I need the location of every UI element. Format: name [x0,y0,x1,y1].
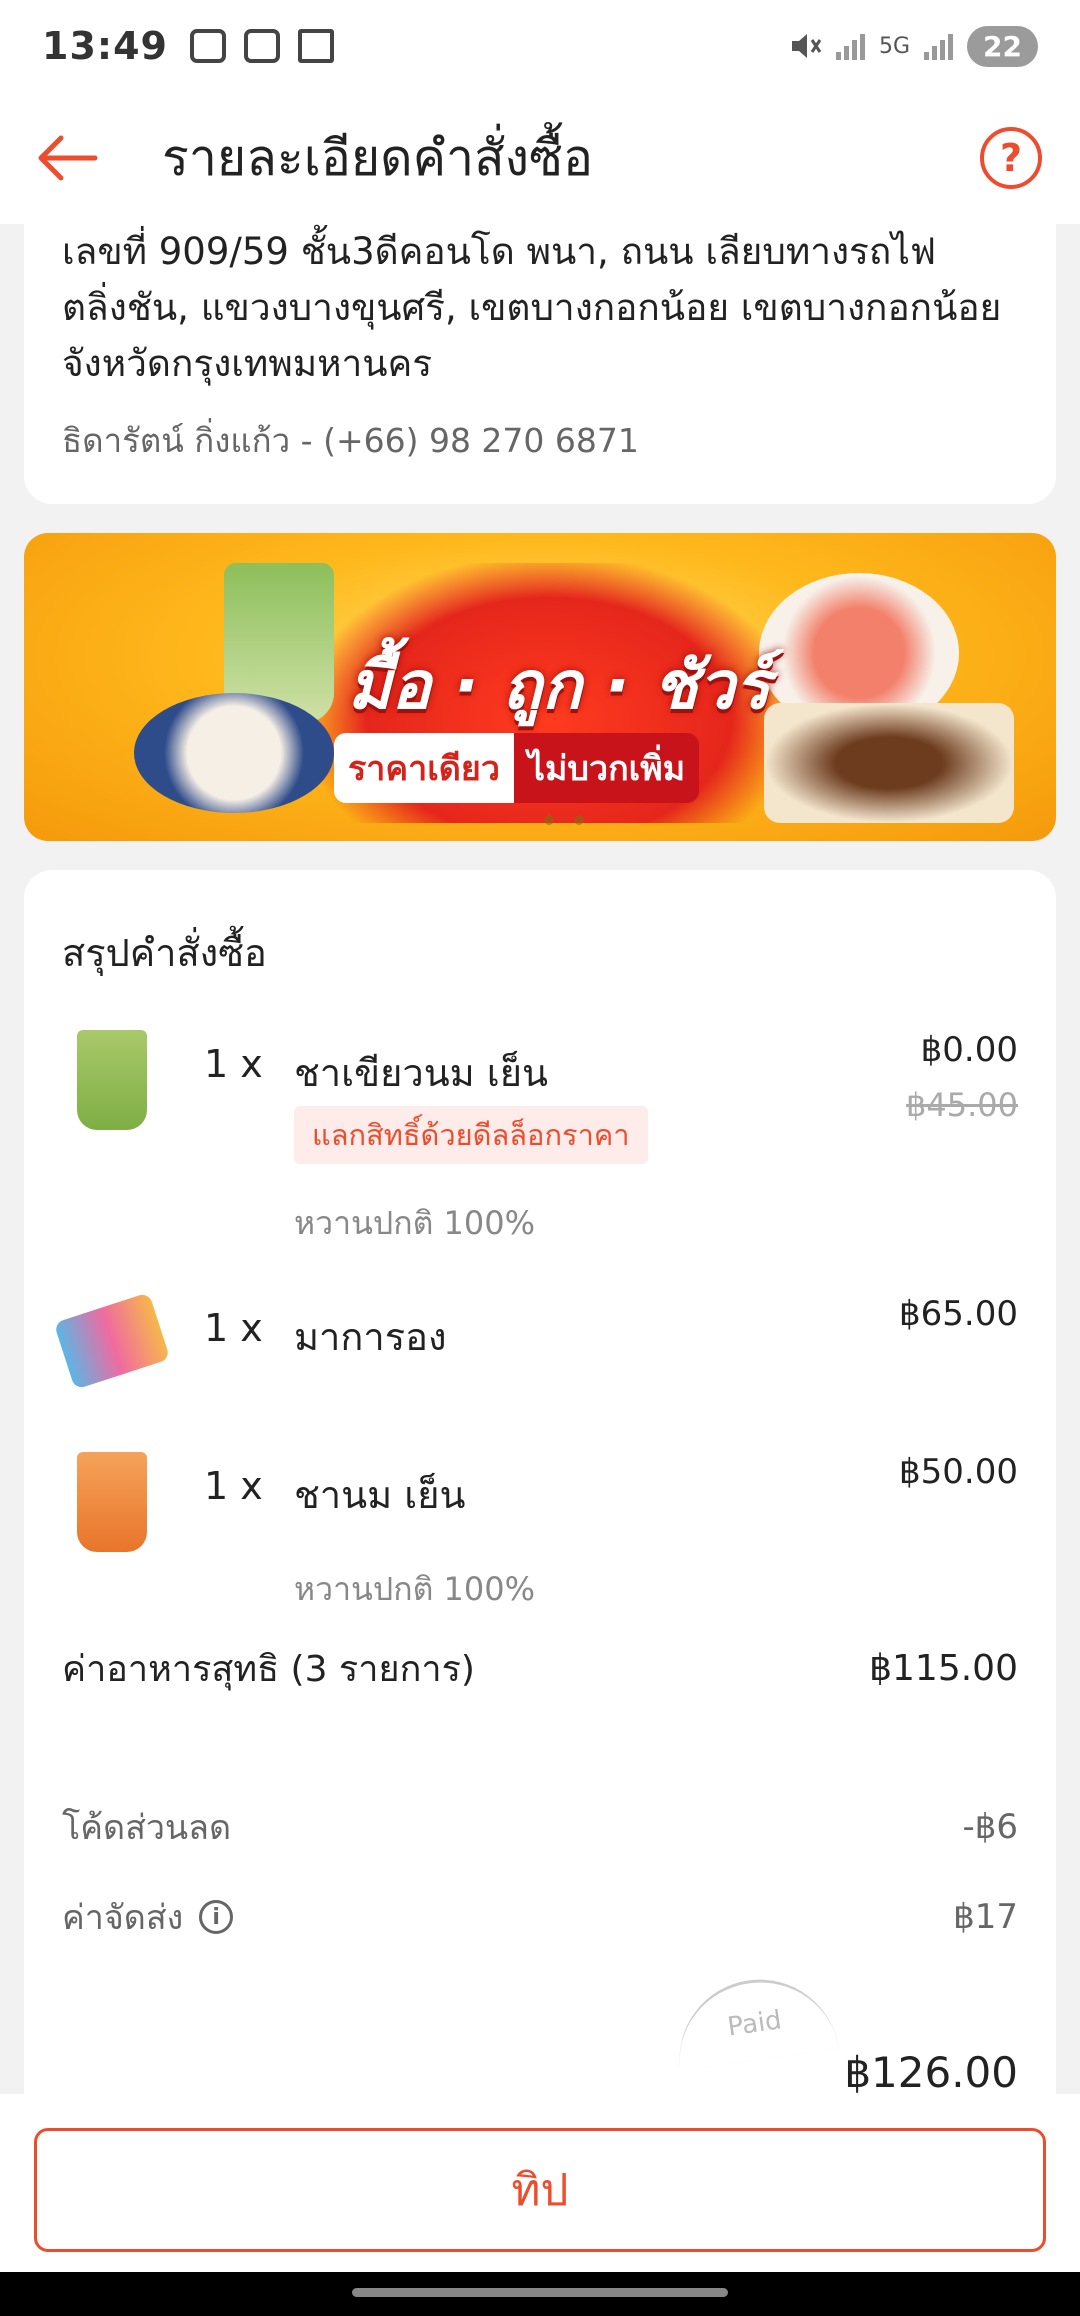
info-icon[interactable]: i [199,1900,234,1934]
order-summary-card: สรุปคำสั่งซื้อ 1 x ชาเขียวนม เย็น ฿0.00 … [24,870,1056,2100]
recipient-contact: ธิดารัตน์ กิ่งแก้ว - (+66) 98 270 6871 [62,421,639,460]
battery-indicator: 22 [967,25,1038,67]
deal-tag: แลกสิทธิ์ด้วยดีลล็อกราคา [294,1106,648,1164]
order-item: 1 x ชานม เย็น ฿50.00 หวานปกติ 100% [62,1452,1018,1608]
banner-pill-right: ไม่บวกเพิ่ม [513,733,700,803]
item-image [77,1030,147,1130]
paid-stamp: Paid [669,1969,839,2071]
item-price: ฿0.00 [920,1030,1018,1070]
banner-title: มื้อ · ถูก · ชัวร์ [347,647,771,724]
item-image [77,1452,147,1552]
item-quantity: 1 x [204,1306,263,1350]
subtotal-row: ค่าอาหารสุทธิ (3 รายการ) ฿115.00 [62,1640,1018,1697]
item-name: ชานม เย็น [294,1473,466,1517]
order-item: 1 x ชาเขียวนม เย็น ฿0.00 ฿45.00 แลกสิทธิ… [62,1030,1018,1242]
discount-row: โค้ดส่วนลด -฿6 [62,1800,1018,1854]
banner-pill-left: ราคาเดียว [334,733,514,803]
bottom-action-bar: ทิป [0,2094,1080,2272]
delivery-address-card: เลขที่ 909/59 ชั้น3ดีคอนโด พนา, ถนน เลีย… [24,224,1056,504]
network-type: 5G [878,33,911,59]
item-name: มาการอง [294,1315,447,1359]
back-button[interactable] [12,108,122,208]
item-price: ฿65.00 [899,1294,1018,1334]
status-time: 13:49 [42,24,168,68]
delivery-fee-row: ค่าจัดส่ง i ฿17 [62,1890,1018,1944]
status-system-icons: 5G 22 [788,25,1038,67]
voicemail-icon [243,29,280,63]
status-bar: 13:49 5G 22 [0,0,1080,92]
home-gesture-handle[interactable] [352,2288,728,2297]
tip-button[interactable]: ทิป [34,2128,1046,2252]
item-option: หวานปกติ 100% [294,1204,536,1242]
discount-value: -฿6 [962,1807,1018,1847]
back-arrow-icon [38,135,98,181]
subtotal-value: ฿115.00 [869,1648,1018,1689]
screenshot-icon [189,29,226,63]
mute-icon [791,34,822,58]
delivery-address: เลขที่ 909/59 ชั้น3ดีคอนโด พนา, ถนน เลีย… [62,230,1002,385]
delivery-fee-value: ฿17 [953,1897,1018,1937]
item-price: ฿50.00 [899,1452,1018,1492]
item-option: หวานปกติ 100% [294,1570,536,1608]
order-item: 1 x มาการอง ฿65.00 [53,1292,1018,1394]
gmail-icon [297,29,334,63]
help-button[interactable]: ? [980,127,1042,189]
summary-title: สรุปคำสั่งซื้อ [62,931,267,975]
item-quantity: 1 x [204,1042,263,1086]
app-header: รายละเอียดคำสั่งซื้อ ? [0,92,1080,224]
delivery-fee-label: ค่าจัดส่ง [62,1898,184,1938]
grand-total: ฿126.00 [844,2048,1018,2097]
signal-icon [835,32,865,60]
discount-label: โค้ดส่วนลด [62,1808,232,1848]
signal-icon [924,32,954,60]
carousel-dots[interactable] [544,815,584,825]
system-nav-bar [0,2272,1080,2316]
takoyaki-image [764,703,1014,823]
page-title: รายละเอียดคำสั่งซื้อ [162,128,594,187]
status-notification-icons [189,29,334,63]
item-name: ชาเขียวนม เย็น [294,1051,549,1095]
dessert-bowl-image [134,693,334,813]
item-quantity: 1 x [204,1464,263,1508]
help-icon: ? [999,136,1023,180]
item-original-price: ฿45.00 [906,1086,1018,1124]
banner-pill: ราคาเดียว ไม่บวกเพิ่ม [334,733,700,803]
promo-banner[interactable]: มื้อ · ถูก · ชัวร์ ราคาเดียว ไม่บวกเพิ่ม [24,533,1056,841]
item-image [53,1292,171,1390]
subtotal-label: ค่าอาหารสุทธิ (3 รายการ) [62,1649,475,1690]
